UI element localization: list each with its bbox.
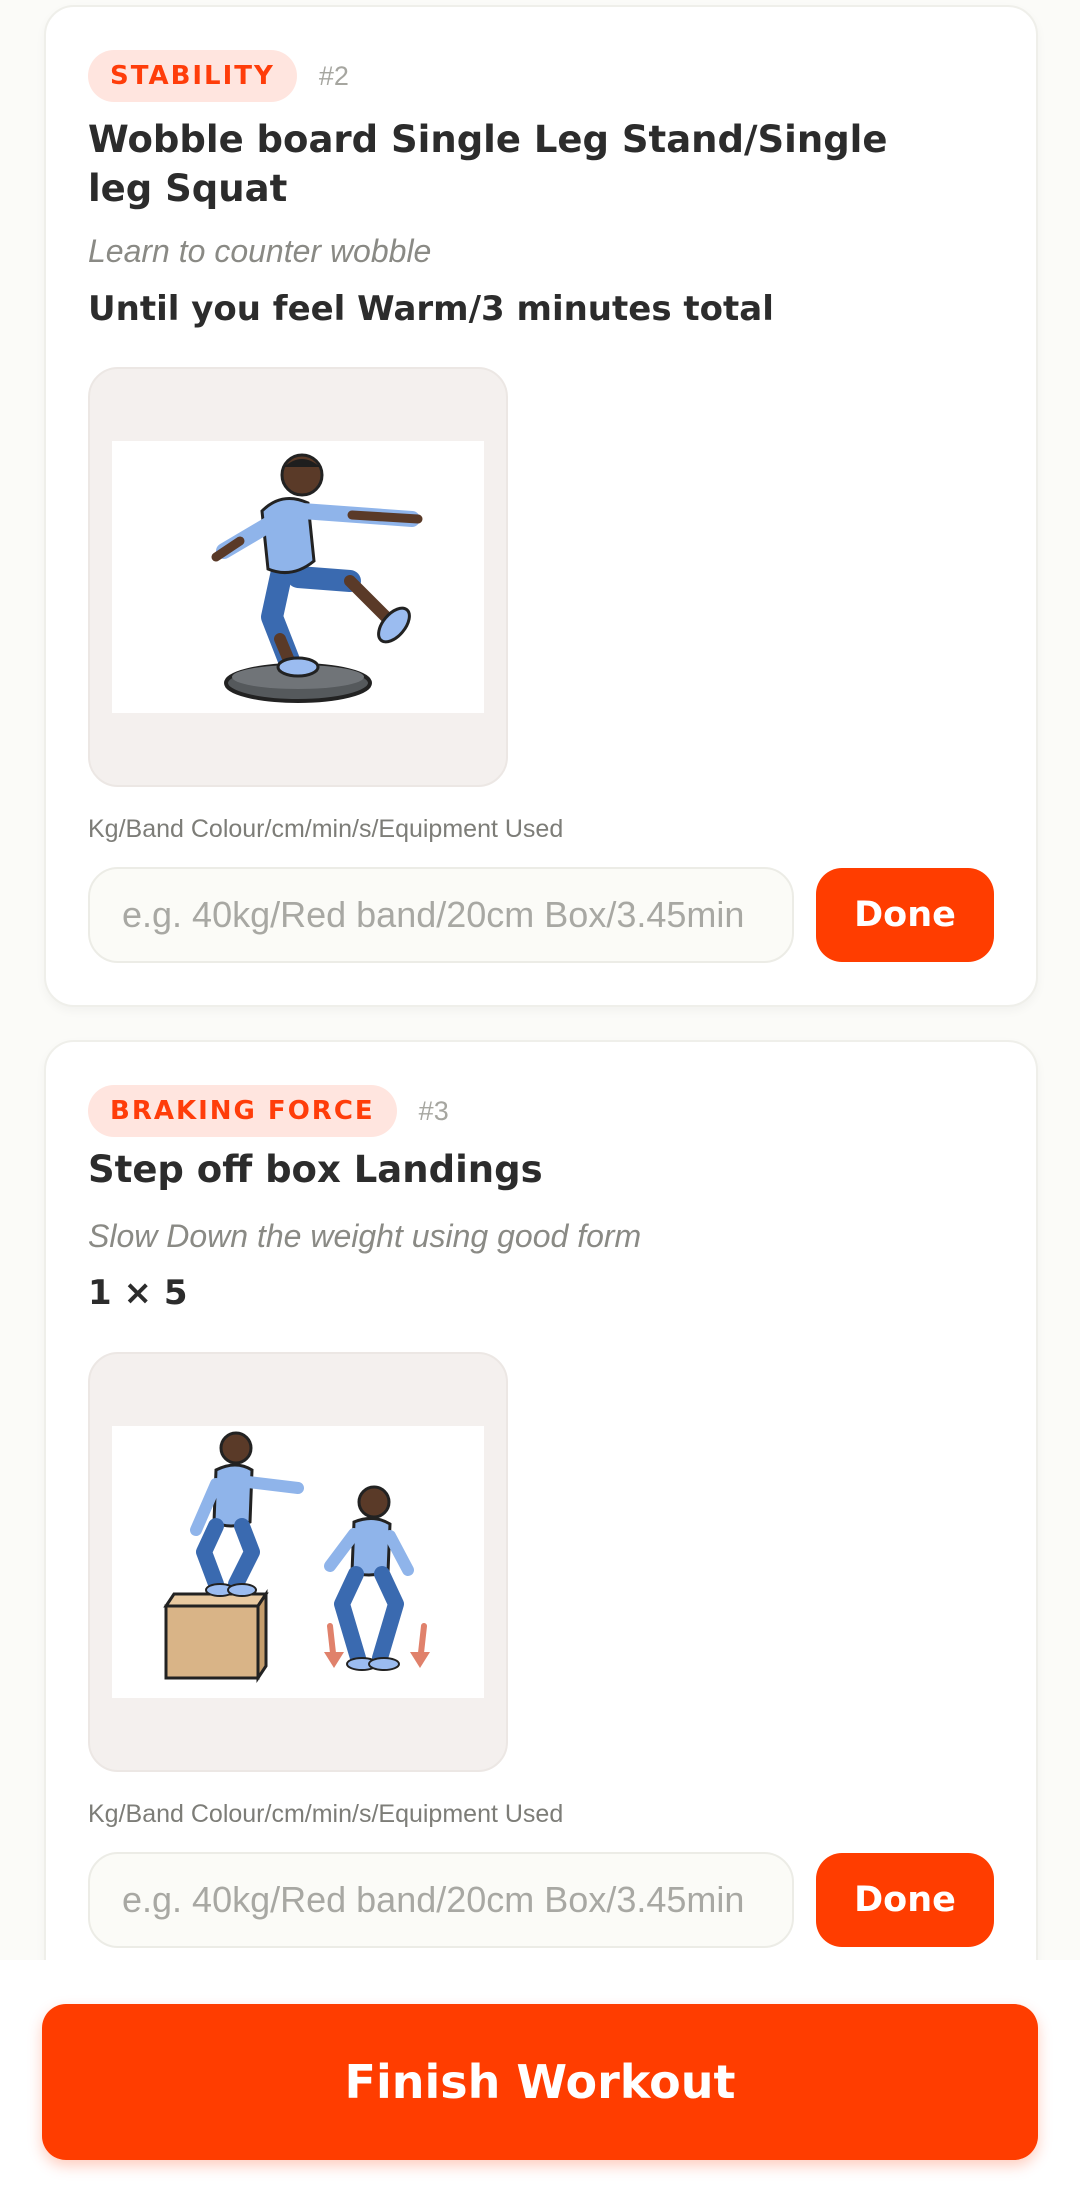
wobble-board-illustration-icon: [112, 441, 484, 713]
exercise-number: #3: [418, 1095, 449, 1126]
exercise-subtitle: Learn to counter wobble: [88, 233, 432, 269]
exercise-subtitle: Slow Down the weight using good form: [88, 1218, 642, 1254]
exercise-dose: Until you feel Warm/3 minutes total: [88, 289, 774, 329]
exercise-title: Step off box Landings: [88, 1148, 543, 1191]
done-button[interactable]: Done: [816, 868, 994, 962]
finish-workout-button[interactable]: Finish Workout: [42, 2004, 1038, 2160]
equipment-input[interactable]: [88, 867, 794, 963]
field-label: Kg/Band Colour/cm/min/s/Equipment Used: [88, 815, 564, 843]
category-badge: STABILITY: [88, 50, 297, 102]
exercise-dose: 1 × 5: [88, 1273, 188, 1313]
exercise-card: BRAKING FORCE #3 Step off box Landings S…: [44, 1040, 1038, 2044]
exercise-card: STABILITY #2 Wobble board Single Leg Sta…: [44, 5, 1038, 1007]
category-badge: BRAKING FORCE: [88, 1085, 397, 1137]
field-label: Kg/Band Colour/cm/min/s/Equipment Used: [88, 1800, 564, 1828]
equipment-input[interactable]: [88, 1852, 794, 1948]
tag-row: BRAKING FORCE #3: [88, 1085, 449, 1137]
exercise-number: #2: [318, 60, 349, 91]
exercise-image-frame: [88, 367, 508, 787]
done-button[interactable]: Done: [816, 1853, 994, 1947]
exercise-title: Wobble board Single Leg Stand/Single leg…: [88, 118, 888, 210]
exercise-image-frame: [88, 1352, 508, 1772]
box-landing-illustration-icon: [112, 1426, 484, 1698]
bottom-bar: Finish Workout: [0, 1960, 1080, 2200]
tag-row: STABILITY #2: [88, 50, 349, 102]
